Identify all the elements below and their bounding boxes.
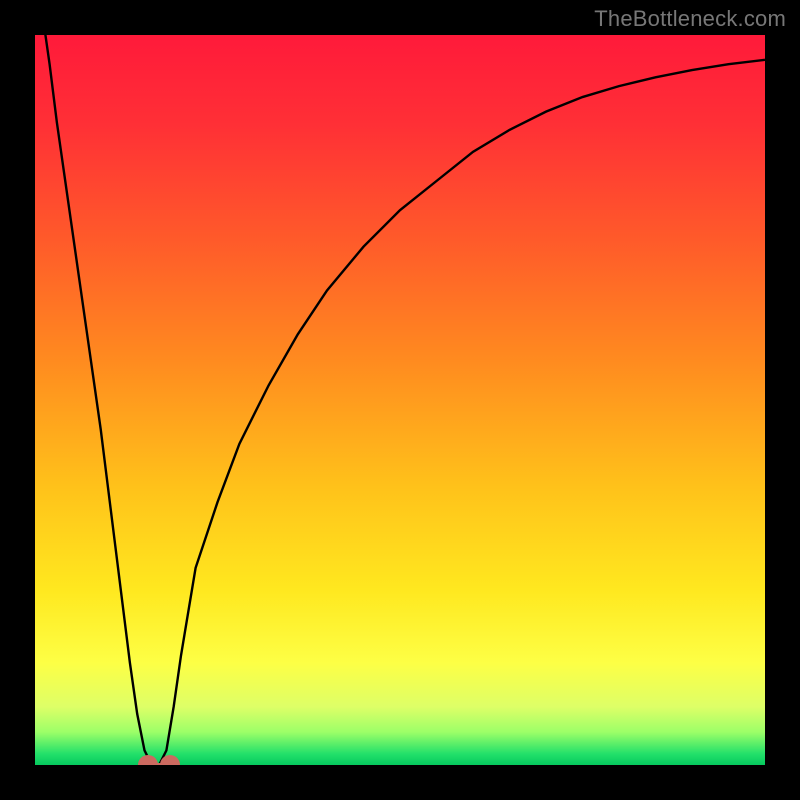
- curve-layer: [35, 35, 765, 765]
- min-marker-bridge: [148, 763, 170, 765]
- chart-frame: TheBottleneck.com: [0, 0, 800, 800]
- bottleneck-curve: [35, 35, 765, 765]
- watermark-text: TheBottleneck.com: [594, 6, 786, 32]
- plot-area: [35, 35, 765, 765]
